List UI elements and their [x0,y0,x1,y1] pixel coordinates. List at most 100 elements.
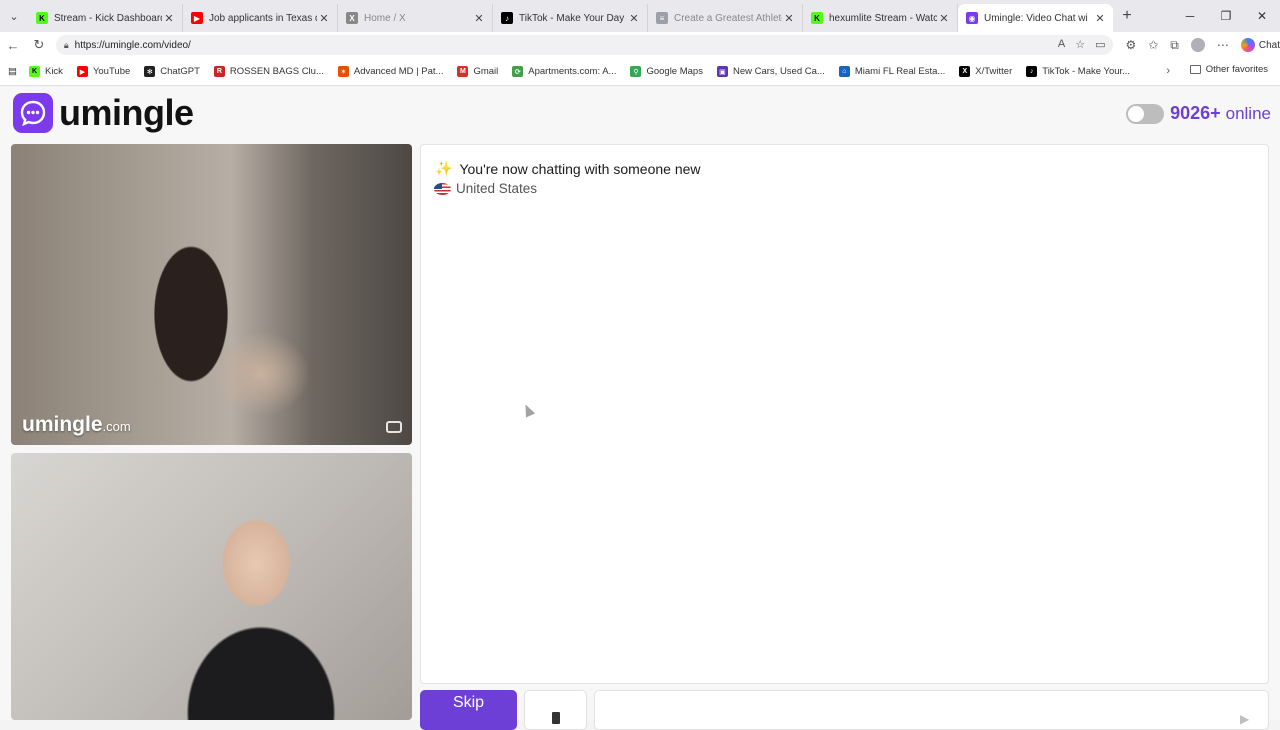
x-icon: X [959,66,971,77]
favorites-icon[interactable]: ✩ [1148,38,1158,52]
new-tab-button[interactable]: + [1113,7,1141,25]
tab-title: TikTok - Make Your Day [519,12,625,24]
profile-avatar[interactable] [1190,38,1205,52]
tab-tiktok[interactable]: ♪ TikTok - Make Your Day ✕ [493,4,648,32]
read-aloud-icon[interactable]: A [1058,38,1065,51]
tab-x-home[interactable]: X Home / X ✕ [338,4,493,32]
bookmark-label: ROSSEN BAGS Clu... [229,66,324,77]
umingle-icon: ◉ [966,12,978,24]
report-icon[interactable] [386,421,402,433]
bookmark-cars[interactable]: ▣ New Cars, Used Ca... [716,66,825,77]
bookmarks-overflow-icon[interactable]: › [1166,65,1170,77]
close-tab-icon[interactable]: ✕ [627,12,641,25]
bookmark-label: TikTok - Make Your... [1042,66,1131,77]
online-count: 9026+ [1170,103,1221,123]
tab-strip: ⌄ K Stream - Kick Dashboard ✕ ▶ Job appl… [0,0,1280,32]
close-tab-icon[interactable]: ✕ [317,12,331,25]
bookmark-x[interactable]: X X/Twitter [959,66,1012,77]
country-name: United States [456,181,538,196]
refresh-icon[interactable]: ↻ [26,37,52,53]
bookmark-label: Kick [44,66,63,77]
tab-greatest-athletes[interactable]: ≡ Create a Greatest Athletes ✕ [648,4,803,32]
message-input[interactable] [594,690,1269,730]
extensions-icon[interactable]: ⚙ [1125,38,1136,52]
us-flag-icon [434,182,451,195]
maps-icon: ⚲ [630,66,642,77]
sidebar-toggle-icon[interactable]: ▤ [8,66,17,77]
toggle-knob [1128,105,1145,122]
tab-title: Job applicants in Texas questi [209,12,317,24]
gmail-icon: M [457,66,469,77]
bookmark-label: YouTube [92,66,131,77]
more-menu-icon[interactable]: ⋯ [1217,38,1229,52]
bookmark-label: Gmail [473,66,499,77]
tab-hexumlite-stream[interactable]: K hexumlite Stream - Watch Li ✕ [803,4,958,32]
bookmark-chatgpt[interactable]: ✻ ChatGPT [144,66,200,77]
sparkles-icon: ✨ [435,160,453,176]
close-tab-icon[interactable]: ✕ [937,12,951,25]
close-tab-icon[interactable]: ✕ [472,12,486,25]
self-video [11,453,412,720]
umingle-watermark: umingle.com [22,413,131,437]
tab-title: Umingle: Video Chat wi [984,12,1088,24]
watermark-domain: .com [102,419,131,434]
tab-title: Home / X [364,12,406,24]
bookmark-label: Miami FL Real Esta... [854,66,946,77]
tab-youtube[interactable]: ▶ Job applicants in Texas questi ✕ [183,4,338,32]
bookmark-apartments[interactable]: ⟳ Apartments.com: A... [512,66,616,77]
kick-icon: K [811,12,823,24]
tab-title: Create a Greatest Athletes [674,12,782,24]
umingle-page: umingle 9026+ online umingle.com ✨ You'r… [0,87,1280,730]
watermark-brand: umingle [22,413,103,436]
close-window-icon[interactable]: ✕ [1244,9,1280,23]
send-icon[interactable]: ▶ [1240,712,1249,726]
skip-button[interactable]: Skip [420,690,517,730]
tiktok-icon: ♪ [501,12,513,24]
bookmark-tiktok[interactable]: ♪ TikTok - Make Your... [1026,66,1130,77]
tab-kick-dashboard[interactable]: K Stream - Kick Dashboard ✕ [28,4,183,32]
chat-bubble-icon [13,93,53,133]
tab-umingle[interactable]: ◉ Umingle: Video Chat wi ✕ [958,4,1113,32]
rossen-icon: R [213,66,225,77]
minimize-icon[interactable]: ─ [1172,9,1208,23]
url-text[interactable]: https://umingle.com/video/ [75,40,191,51]
bookmark-advancedmd[interactable]: ✶ Advanced MD | Pat... [337,66,443,77]
lock-icon[interactable]: 🔒︎ [64,40,69,51]
close-tab-icon[interactable]: ✕ [782,12,796,25]
other-favorites-label: Other favorites [1205,64,1268,75]
collections-icon[interactable]: ⧉ [1170,38,1179,53]
other-favorites[interactable]: Other favorites [1189,64,1268,75]
browser-toolbar: ⚙ ✩ ⧉ ⋯ Chat [1125,38,1280,53]
tiktok-icon: ♪ [1026,66,1038,77]
stranger-country: United States [434,181,537,196]
copilot-label: Chat [1258,39,1280,51]
window-controls: ─ ❐ ✕ [1172,0,1280,32]
favorite-star-icon[interactable]: ☆ [1075,38,1085,51]
brand-name: umingle [59,92,194,133]
chatgpt-icon: ✻ [144,66,156,77]
apartments-icon: ⟳ [512,66,524,77]
tab-actions-menu[interactable]: ⌄ [0,0,28,32]
realestate-icon: ⌂ [838,66,850,77]
copilot-icon [1240,38,1255,52]
bookmark-kick[interactable]: K Kick [28,66,63,77]
folder-icon [1189,65,1201,74]
copilot-button[interactable]: Chat [1240,38,1280,52]
bookmark-youtube[interactable]: ▶ YouTube [76,66,131,77]
theme-toggle[interactable] [1126,103,1165,124]
close-tab-icon[interactable]: ✕ [162,12,176,25]
bookmark-rossen[interactable]: R ROSSEN BAGS Clu... [213,66,324,77]
youtube-icon: ▶ [191,12,203,24]
bookmark-google-maps[interactable]: ⚲ Google Maps [630,66,703,77]
bookmark-realestate[interactable]: ⌂ Miami FL Real Esta... [838,66,946,77]
bookmark-gmail[interactable]: M Gmail [457,66,498,77]
system-message: ✨ You're now chatting with someone new [435,160,701,177]
restore-icon[interactable]: ❐ [1208,9,1244,23]
camera-icon[interactable]: ▭ [1095,38,1105,51]
close-tab-icon[interactable]: ✕ [1093,12,1107,25]
back-icon[interactable]: ← [0,38,26,53]
bookmark-label: X/Twitter [975,66,1013,77]
address-bar[interactable]: 🔒︎ https://umingle.com/video/ A ☆ ▭ [55,35,1114,55]
umingle-logo[interactable]: umingle [13,92,194,134]
stop-button[interactable] [524,690,587,730]
